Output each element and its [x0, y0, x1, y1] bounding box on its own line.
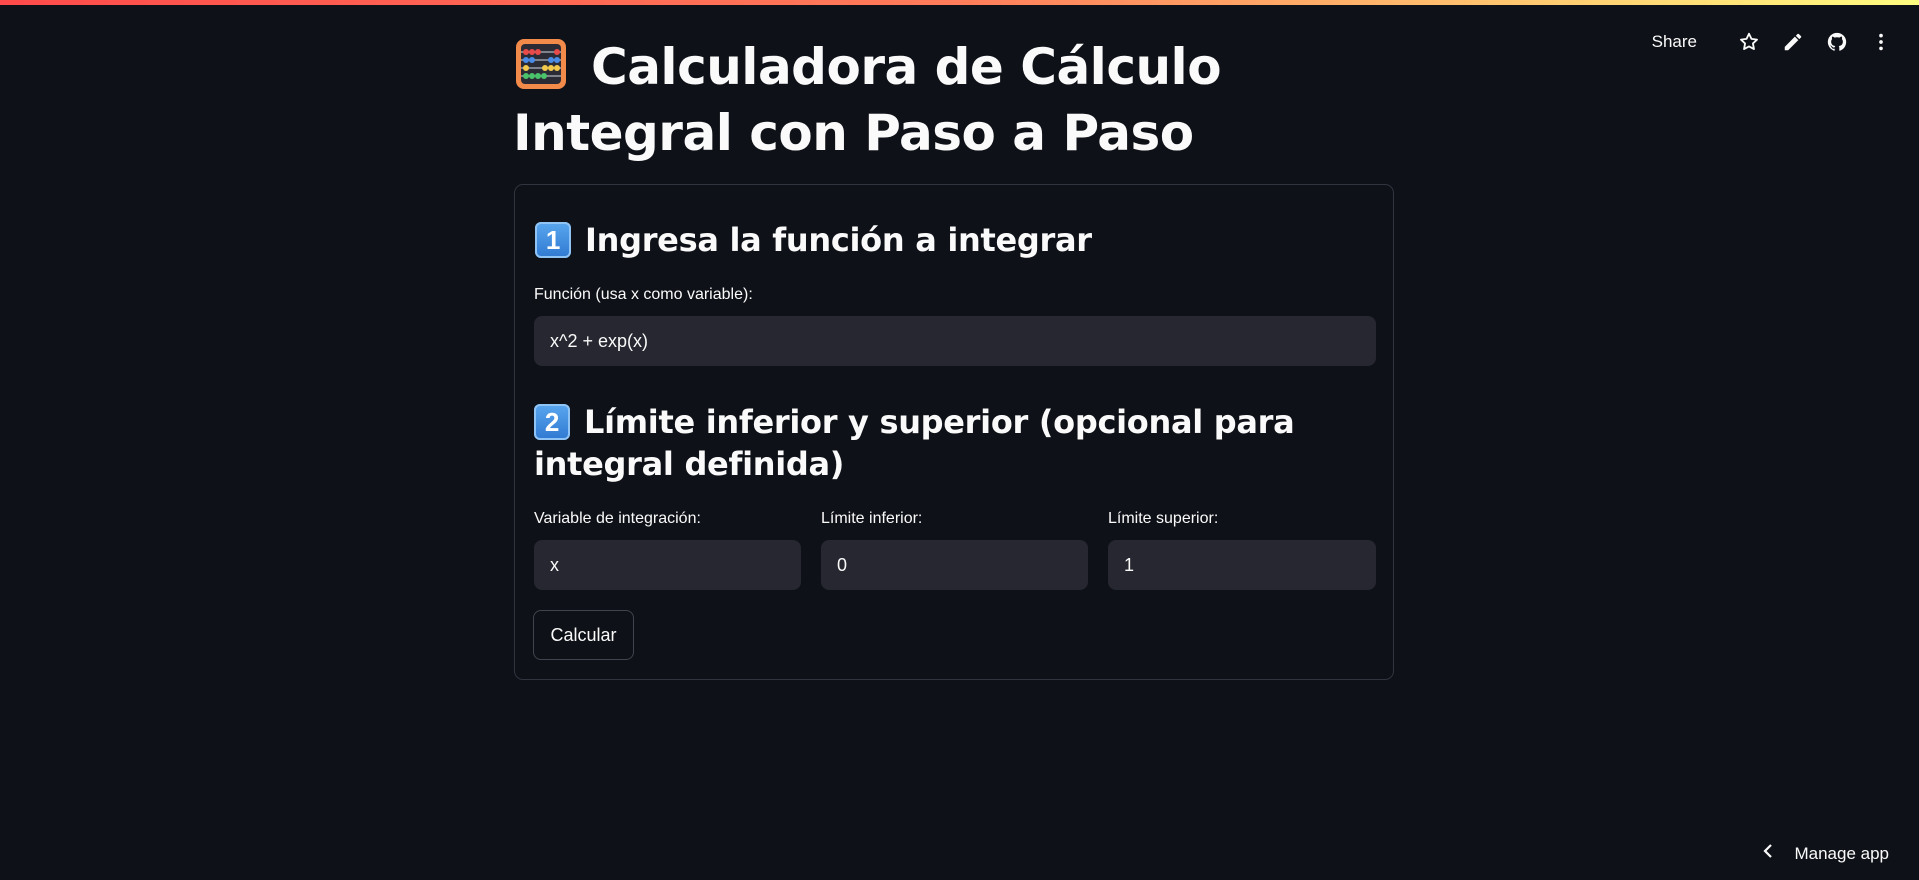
section-2-heading-text: Límite inferior y superior (opcional par… [534, 403, 1295, 483]
section-1-heading-text: Ingresa la función a integrar [585, 221, 1092, 259]
lower-limit-input[interactable]: 0 [821, 540, 1088, 590]
app-toolbar: Share [1642, 26, 1897, 58]
chevron-left-icon [1762, 843, 1774, 864]
more-vertical-icon[interactable] [1865, 26, 1897, 58]
keycap-one-icon: 1 [535, 222, 571, 258]
page-title: Calculadora de Cálculo Integral con Paso… [513, 34, 1413, 166]
section-2-heading: 2 Límite inferior y superior (opcional pa… [534, 401, 1354, 485]
manage-app-button[interactable]: Manage app [1762, 843, 1889, 864]
lower-limit-label: Límite inferior: [821, 510, 923, 527]
function-input[interactable]: x^2 + exp(x) [534, 316, 1376, 366]
upper-limit-input[interactable]: 1 [1108, 540, 1376, 590]
manage-app-label: Manage app [1794, 843, 1889, 863]
function-label: Función (usa x como variable): [534, 286, 753, 303]
star-icon[interactable] [1733, 26, 1765, 58]
pencil-icon[interactable] [1777, 26, 1809, 58]
calculate-button[interactable]: Calcular [533, 610, 634, 660]
section-1-heading: 1 Ingresa la función a integrar [535, 219, 1092, 261]
input-form-card: 1 Ingresa la función a integrar Función (… [514, 184, 1394, 680]
upper-limit-label: Límite superior: [1108, 510, 1219, 527]
variable-label: Variable de integración: [534, 510, 701, 527]
variable-input[interactable]: x [534, 540, 801, 590]
abacus-icon [513, 36, 569, 92]
github-icon[interactable] [1821, 26, 1853, 58]
share-button[interactable]: Share [1642, 26, 1707, 58]
keycap-two-icon: 2 [534, 404, 570, 440]
page-title-text: Calculadora de Cálculo Integral con Paso… [513, 38, 1222, 162]
top-decoration-bar [0, 0, 1919, 5]
